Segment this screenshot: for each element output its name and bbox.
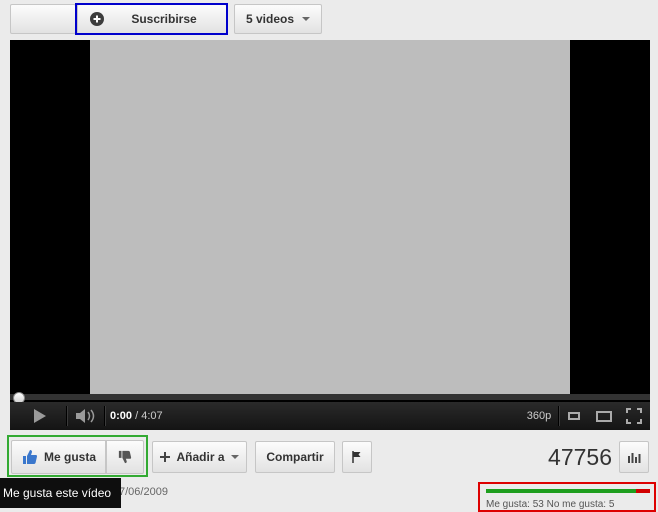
player-controls: 0:00 / 4:07 360p [10, 402, 650, 430]
progress-bar[interactable] [10, 394, 650, 400]
volume-button[interactable] [72, 402, 100, 430]
quality-label: 360p [526, 410, 552, 422]
small-player-button[interactable] [562, 402, 586, 430]
fullscreen-button[interactable] [622, 402, 646, 430]
play-icon [34, 409, 46, 423]
add-to-label: Añadir a [176, 450, 225, 464]
add-to-button[interactable]: Añadir a [152, 441, 247, 473]
subscribe-highlight [75, 3, 228, 35]
video-player[interactable]: 0:00 / 4:07 360p [10, 40, 650, 430]
like-highlight [7, 435, 148, 477]
time-current: 0:00 [110, 410, 133, 422]
stats-button[interactable] [619, 441, 649, 473]
chevron-down-icon [302, 17, 311, 21]
fullscreen-icon [626, 408, 642, 424]
time-separator: / [132, 410, 142, 422]
view-count: 47756 [548, 444, 612, 470]
small-player-icon [568, 412, 580, 420]
video-screen[interactable] [90, 40, 570, 396]
tooltip-text: Me gusta este vídeo [3, 486, 112, 500]
channel-button[interactable] [10, 4, 76, 34]
quality-button[interactable]: 360p [522, 402, 556, 430]
large-player-button[interactable] [592, 402, 616, 430]
share-label: Compartir [266, 450, 324, 464]
time-total: 4:07 [141, 410, 163, 422]
upload-date: 7/06/2009 [119, 486, 168, 498]
ratings-highlight [478, 482, 656, 512]
chevron-down-icon [230, 455, 239, 459]
large-player-icon [596, 410, 612, 422]
time-display: 0:00 / 4:07 [110, 402, 170, 430]
plus-icon [160, 452, 171, 462]
flag-icon [352, 451, 361, 463]
videos-label: 5 videos [245, 12, 295, 26]
like-tooltip: Me gusta este vídeo [0, 478, 121, 508]
share-button[interactable]: Compartir [255, 441, 335, 473]
bar-chart-icon [628, 453, 641, 463]
volume-icon [76, 409, 95, 423]
videos-dropdown[interactable]: 5 videos [234, 4, 322, 34]
flag-button[interactable] [342, 441, 372, 473]
play-button[interactable] [20, 402, 60, 430]
